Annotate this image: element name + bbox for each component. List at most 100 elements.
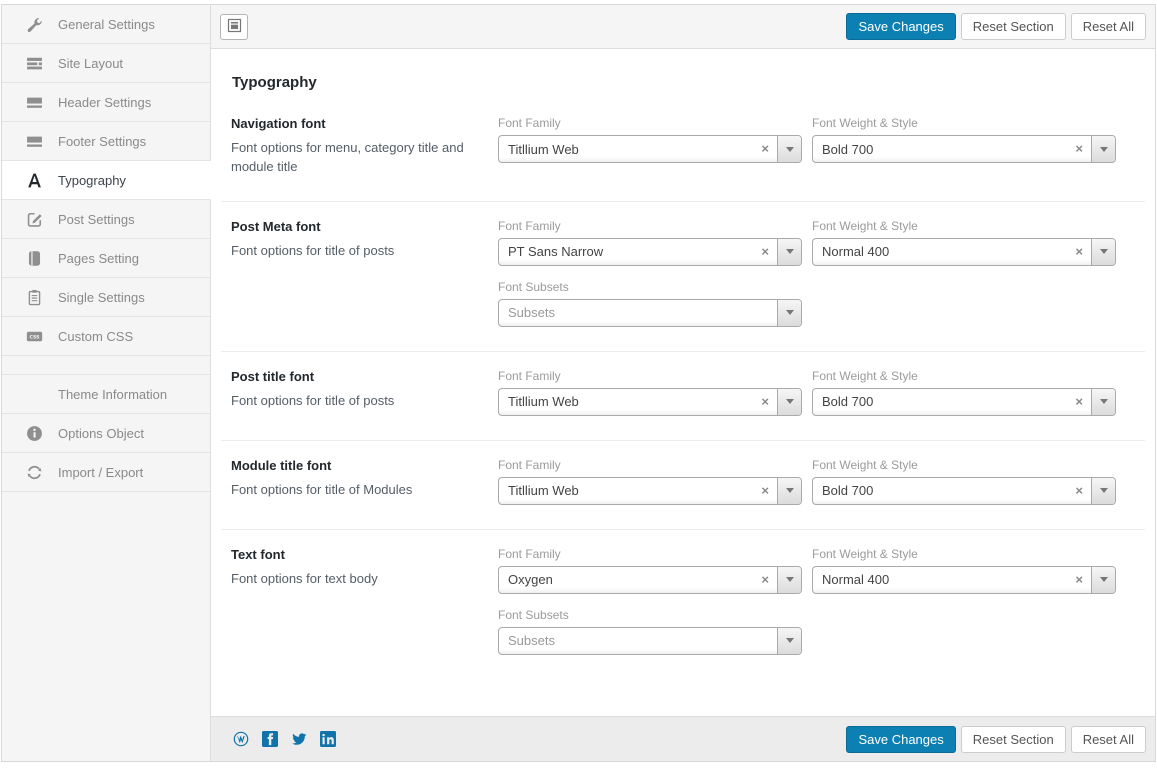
sidebar-item-pages-setting[interactable]: Pages Setting: [2, 239, 210, 278]
clear-selection-icon[interactable]: ×: [753, 478, 777, 504]
font-family-field: Font FamilyOxygen×: [498, 547, 802, 594]
sidebar-item-site-layout[interactable]: Site Layout: [2, 44, 210, 83]
field-label: Font Weight & Style: [812, 369, 1116, 383]
font-weight-and-style-field: Font Weight & Style Bold 700×: [812, 369, 1116, 416]
selected-value: Subsets: [499, 305, 777, 320]
section-info: Post title fontFont options for title of…: [231, 369, 498, 416]
theme-options-panel: General Settings Site Layout Header Settin…: [1, 4, 1156, 762]
save-changes-button[interactable]: Save Changes: [846, 13, 955, 40]
clear-selection-icon[interactable]: ×: [1067, 239, 1091, 265]
module-title-font-section: Module title fontFont options for title …: [221, 440, 1145, 529]
clear-selection-icon[interactable]: ×: [1067, 567, 1091, 593]
linkedin-icon[interactable]: [320, 731, 336, 747]
clipboard-icon: [25, 288, 43, 306]
font-family-select[interactable]: Oxygen×: [498, 566, 802, 594]
sidebar-item-custom-css[interactable]: CSS Custom CSS: [2, 317, 210, 356]
reset-section-button-bottom[interactable]: Reset Section: [961, 726, 1066, 753]
clear-selection-icon[interactable]: ×: [753, 389, 777, 415]
clear-selection-icon[interactable]: ×: [1067, 478, 1091, 504]
sidebar-item-general-settings[interactable]: General Settings: [2, 5, 210, 44]
chevron-down-icon[interactable]: [777, 389, 801, 415]
field-label: Font Weight & Style: [812, 219, 1116, 233]
reset-section-button[interactable]: Reset Section: [961, 13, 1066, 40]
info-icon: [25, 424, 43, 442]
save-changes-button-bottom[interactable]: Save Changes: [846, 726, 955, 753]
font-subsets-select[interactable]: Subsets: [498, 627, 802, 655]
reset-all-button[interactable]: Reset All: [1071, 13, 1146, 40]
font-weight-and-style-select[interactable]: Normal 400×: [812, 238, 1116, 266]
font-weight-and-style-select[interactable]: Bold 700×: [812, 477, 1116, 505]
font-weight-and-style-select[interactable]: Normal 400×: [812, 566, 1116, 594]
field-label: Font Family: [498, 458, 802, 472]
font-weight-and-style-select[interactable]: Bold 700×: [812, 135, 1116, 163]
post-title-font-section: Post title fontFont options for title of…: [221, 351, 1145, 440]
svg-text:CSS: CSS: [29, 334, 40, 340]
clear-selection-icon[interactable]: ×: [753, 136, 777, 162]
facebook-icon[interactable]: [262, 731, 278, 747]
reset-all-button-bottom[interactable]: Reset All: [1071, 726, 1146, 753]
section-title: Module title font: [231, 458, 476, 473]
section-fields: Font FamilyOxygen×Font Weight & StyleNor…: [498, 547, 1135, 655]
text-font-section: Text fontFont options for text bodyFont …: [221, 529, 1145, 679]
font-family-select[interactable]: Titllium Web×: [498, 388, 802, 416]
post-meta-font-section: Post Meta font Font options for title of …: [221, 201, 1145, 351]
twitter-icon[interactable]: [291, 731, 307, 747]
sidebar-item-typography[interactable]: Typography: [2, 161, 211, 200]
selected-value: Titllium Web: [499, 483, 753, 498]
sidebar-item-label: Theme Information: [58, 387, 167, 402]
selected-value: Subsets: [499, 633, 777, 648]
sidebar-item-label: Single Settings: [58, 290, 145, 305]
font-family-select[interactable]: Titllium Web×: [498, 477, 802, 505]
chevron-down-icon[interactable]: [777, 136, 801, 162]
selected-value: Oxygen: [499, 572, 753, 587]
section-description: Font options for title of posts: [231, 242, 476, 261]
chevron-down-icon[interactable]: [777, 478, 801, 504]
chevron-down-icon[interactable]: [1091, 478, 1115, 504]
page-title: Typography: [232, 74, 1155, 91]
header-icon: [25, 93, 43, 111]
font-subsets-select[interactable]: Subsets: [498, 299, 802, 327]
chevron-down-icon[interactable]: [777, 567, 801, 593]
chevron-down-icon[interactable]: [777, 628, 801, 654]
section-title: Post Meta font: [231, 219, 476, 234]
chevron-down-icon[interactable]: [1091, 567, 1115, 593]
content: Typography Navigation fontFont options f…: [211, 49, 1155, 716]
section-description: Font options for title of posts: [231, 392, 476, 411]
font-family-select[interactable]: Titllium Web×: [498, 135, 802, 163]
sidebar-item-options-object[interactable]: Options Object: [2, 414, 210, 453]
field-label: Font Family: [498, 219, 802, 233]
sidebar-item-label: Custom CSS: [58, 329, 133, 344]
font-family-field: Font Family PT Sans Narrow×: [498, 219, 802, 266]
chevron-down-icon[interactable]: [1091, 239, 1115, 265]
sidebar-item-post-settings[interactable]: Post Settings: [2, 200, 210, 239]
sidebar-item-single-settings[interactable]: Single Settings: [2, 278, 210, 317]
wordpress-icon[interactable]: [233, 731, 249, 747]
sidebar-item-theme-information[interactable]: Theme Information: [2, 375, 210, 414]
field-label: Font Subsets: [498, 280, 802, 294]
clear-selection-icon[interactable]: ×: [1067, 136, 1091, 162]
sidebar-item-label: General Settings: [58, 17, 155, 32]
toggle-layout-button[interactable]: [220, 14, 248, 40]
selected-value: PT Sans Narrow: [499, 244, 753, 259]
book-icon: [25, 249, 43, 267]
sidebar-item-import-export[interactable]: Import / Export: [2, 453, 210, 492]
section-info: Module title fontFont options for title …: [231, 458, 498, 505]
clear-selection-icon[interactable]: ×: [753, 239, 777, 265]
typography-icon: [25, 171, 43, 189]
sidebar-item-header-settings[interactable]: Header Settings: [2, 83, 210, 122]
toolbar-top: Save Changes Reset Section Reset All: [211, 5, 1155, 49]
toolbar-bottom-buttons: Save Changes Reset Section Reset All: [846, 726, 1146, 753]
font-family-select[interactable]: PT Sans Narrow×: [498, 238, 802, 266]
sidebar-item-label: Pages Setting: [58, 251, 139, 266]
chevron-down-icon[interactable]: [777, 300, 801, 326]
sidebar-item-footer-settings[interactable]: Footer Settings: [2, 122, 210, 161]
clear-selection-icon[interactable]: ×: [753, 567, 777, 593]
chevron-down-icon[interactable]: [777, 239, 801, 265]
sidebar-item-label: Header Settings: [58, 95, 151, 110]
chevron-down-icon[interactable]: [1091, 136, 1115, 162]
chevron-down-icon[interactable]: [1091, 389, 1115, 415]
social-links: [233, 731, 336, 747]
font-weight-and-style-select[interactable]: Bold 700×: [812, 388, 1116, 416]
section-info: Post Meta font Font options for title of …: [231, 219, 498, 327]
clear-selection-icon[interactable]: ×: [1067, 389, 1091, 415]
